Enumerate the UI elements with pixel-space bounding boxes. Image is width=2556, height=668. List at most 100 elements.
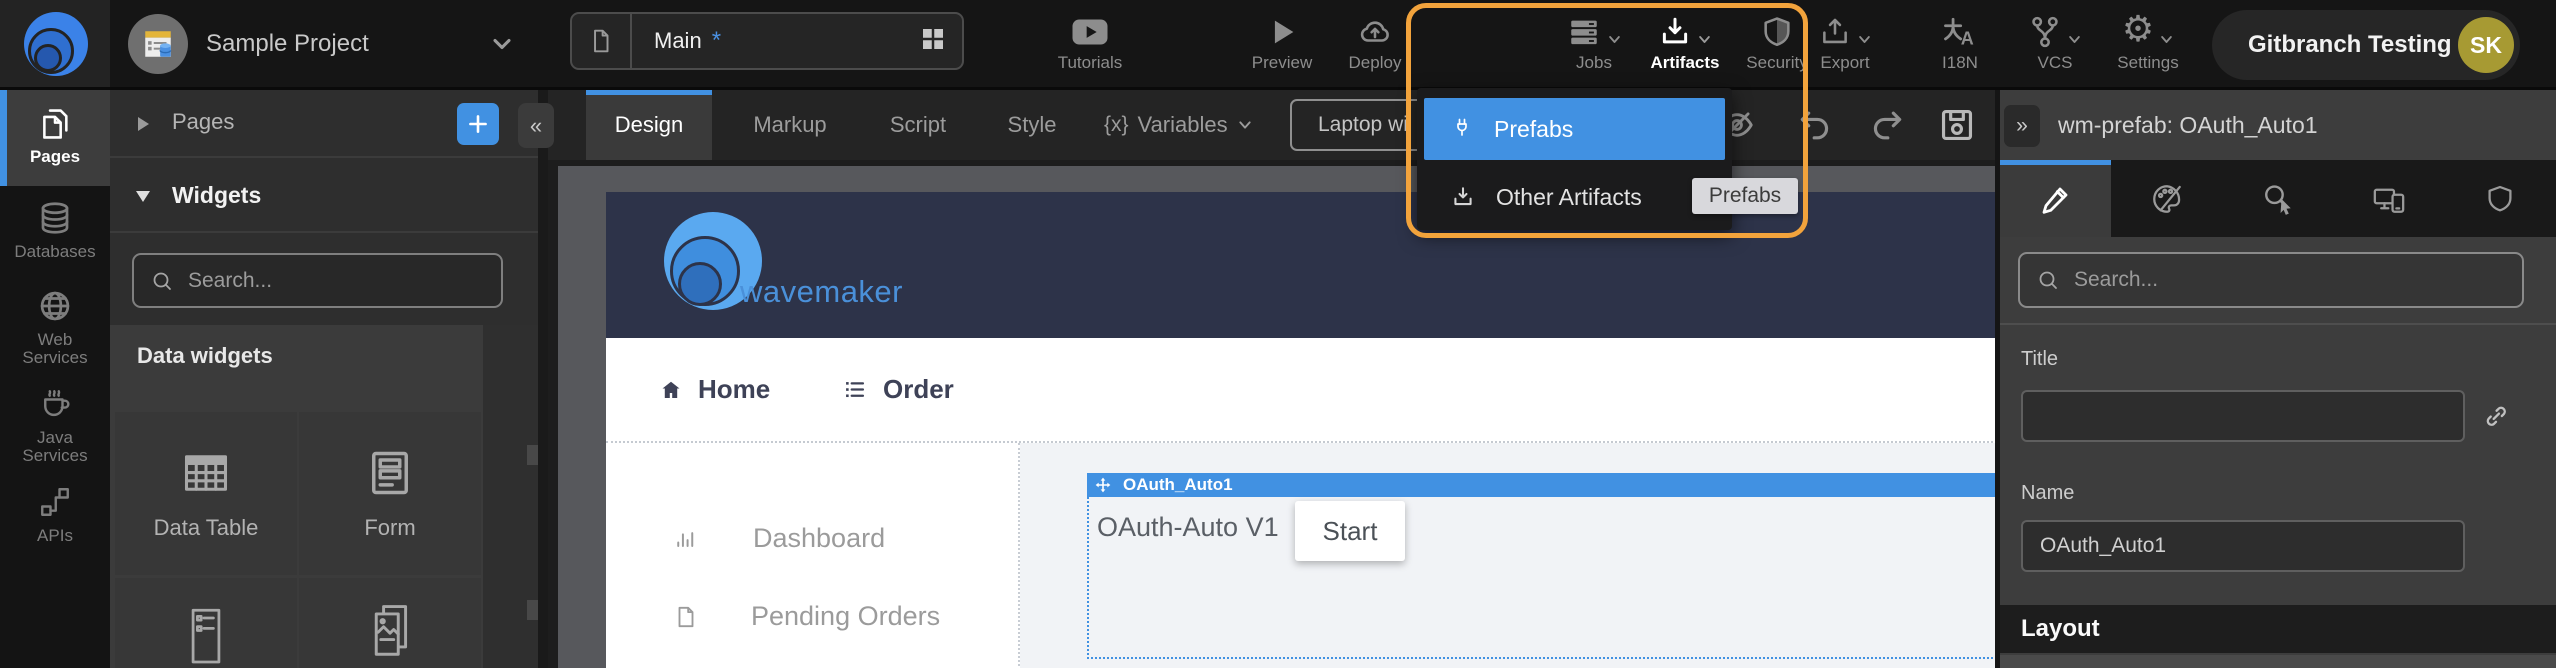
- move-icon: [1095, 477, 1111, 493]
- name-field-input[interactable]: [2021, 520, 2465, 572]
- page-tab-main[interactable]: Main *: [570, 12, 964, 70]
- form-icon: [364, 447, 416, 499]
- variables-glyph: {x}: [1104, 113, 1129, 137]
- page-doc-icon: [572, 14, 632, 68]
- title-field-label: Title: [2021, 348, 2058, 371]
- project-name[interactable]: Sample Project: [206, 0, 369, 87]
- play-icon: [1265, 15, 1299, 49]
- home-icon: [659, 378, 683, 402]
- page-dirty-indicator: *: [712, 27, 721, 55]
- widgets-section-header[interactable]: Widgets: [110, 160, 538, 233]
- widgets-panel: Pages Widgets Data widgets Data Table Fo…: [110, 90, 548, 668]
- title-field-input[interactable]: [2021, 390, 2465, 442]
- vcs-branch-icon: [2028, 15, 2062, 49]
- property-search-input[interactable]: [2074, 268, 2506, 292]
- app-logo-wave-core: [678, 262, 722, 306]
- tab-devices[interactable]: [2334, 160, 2445, 237]
- pencil-icon: [2040, 183, 2072, 215]
- selected-widget-body[interactable]: OAuth-Auto V1 Start: [1087, 497, 1995, 659]
- cards-icon: [364, 602, 416, 668]
- variables-menu[interactable]: {x} Variables: [1104, 90, 1253, 160]
- page-layout-grid-icon[interactable]: [918, 24, 948, 59]
- toolbar-export[interactable]: Export: [1780, 9, 1910, 71]
- active-indicator: [0, 90, 7, 186]
- widgets-section-label: Widgets: [172, 182, 261, 209]
- tab-events[interactable]: [2222, 160, 2333, 237]
- coffee-cup-icon: [37, 386, 73, 422]
- rail-item-pages[interactable]: Pages: [0, 90, 110, 186]
- next-section-strip: [2000, 655, 2556, 668]
- avatar[interactable]: SK: [2458, 17, 2514, 73]
- menu-item-prefabs[interactable]: Prefabs: [1424, 98, 1725, 160]
- expand-panel-button[interactable]: »: [2004, 105, 2040, 147]
- tab-design[interactable]: Design: [586, 90, 712, 160]
- widget-tile-form[interactable]: Form: [299, 412, 481, 575]
- add-page-button[interactable]: [457, 103, 499, 145]
- youtube-icon: [1070, 15, 1110, 49]
- database-icon: [37, 200, 73, 236]
- toolbar-tutorials[interactable]: Tutorials: [1025, 9, 1155, 71]
- save-button[interactable]: [1936, 104, 1978, 146]
- app-logo-text: wavemaker: [740, 274, 903, 310]
- nav-item-order[interactable]: Order: [841, 338, 954, 441]
- cloud-upload-icon: [1356, 15, 1394, 49]
- svg-text:A: A: [1961, 28, 1974, 48]
- magnifier-cursor-icon: [2261, 182, 2295, 216]
- save-floppy-icon: [1938, 106, 1976, 144]
- search-icon: [150, 269, 174, 293]
- data-widgets-section: Data widgets Data Table Form: [110, 325, 538, 668]
- left-rail: Pages Databases Web Services Java Servic…: [0, 90, 110, 668]
- rail-item-java-services[interactable]: Java Services: [0, 378, 110, 470]
- rail-item-databases[interactable]: Databases: [0, 192, 110, 278]
- plug-icon: [1450, 117, 1474, 141]
- tab-style[interactable]: Style: [984, 90, 1080, 160]
- widget-search-box: [132, 253, 503, 308]
- start-button[interactable]: Start: [1295, 501, 1405, 561]
- menu-item-pending-orders[interactable]: Pending Orders: [606, 601, 1020, 632]
- project-chevron-down-icon[interactable]: [488, 30, 516, 58]
- undo-icon: [1796, 106, 1834, 144]
- expand-right-icon: [138, 117, 149, 131]
- chevron-down-icon: [1857, 32, 1872, 47]
- device-selector-button[interactable]: Laptop wi: [1290, 99, 1430, 151]
- shield-outline-icon: [2484, 183, 2516, 215]
- design-canvas: wavemaker Home Order Dashboard Pending O…: [548, 160, 1995, 668]
- account-name: Gitbranch Testing: [2212, 31, 2452, 59]
- canvas-toolbar: Design Markup Script Style {x} Variables…: [548, 90, 1995, 160]
- document-icon: [673, 604, 699, 630]
- layout-section-label: Layout: [2021, 615, 2100, 643]
- redo-icon: [1868, 106, 1906, 144]
- tab-markup[interactable]: Markup: [728, 90, 852, 160]
- tab-properties[interactable]: [2000, 160, 2111, 237]
- tab-script[interactable]: Script: [866, 90, 970, 160]
- rail-item-web-services[interactable]: Web Services: [0, 282, 110, 372]
- widget-search-input[interactable]: [188, 269, 485, 293]
- palette-icon: [2150, 182, 2184, 216]
- toolbar-settings[interactable]: ⚙ Settings: [2083, 9, 2213, 71]
- divider: [2000, 323, 2556, 325]
- account-pill[interactable]: Gitbranch Testing SK: [2212, 10, 2520, 80]
- tab-styles[interactable]: [2111, 160, 2222, 237]
- i18n-translate-icon: A: [1942, 15, 1978, 49]
- toolbar-deploy[interactable]: Deploy: [1310, 9, 1440, 71]
- collapse-panel-button[interactable]: «: [518, 103, 554, 148]
- redo-button[interactable]: [1866, 104, 1908, 146]
- bind-link-icon[interactable]: [2482, 402, 2510, 430]
- jobs-icon: [1566, 15, 1602, 49]
- wavemaker-logo[interactable]: [0, 0, 110, 87]
- inspector-tabs: [2000, 160, 2556, 237]
- pages-section-header[interactable]: Pages: [110, 90, 538, 158]
- nav-item-home[interactable]: Home: [659, 338, 770, 441]
- widget-tile-data-table[interactable]: Data Table: [115, 412, 297, 575]
- widget-tile-cards[interactable]: [299, 578, 481, 668]
- widget-tile-list[interactable]: [115, 578, 297, 668]
- rail-item-apis[interactable]: APIs: [0, 476, 110, 560]
- menu-item-dashboard[interactable]: Dashboard: [606, 523, 1020, 554]
- panel-overflow-sliver: [483, 325, 538, 668]
- layout-section-header[interactable]: Layout: [2000, 605, 2556, 653]
- tab-security[interactable]: [2445, 160, 2556, 237]
- undo-button[interactable]: [1794, 104, 1836, 146]
- menu-item-other-artifacts[interactable]: Other Artifacts: [1424, 166, 1725, 228]
- selected-widget-header[interactable]: OAuth_Auto1: [1087, 473, 1995, 497]
- apis-icon: [37, 484, 73, 520]
